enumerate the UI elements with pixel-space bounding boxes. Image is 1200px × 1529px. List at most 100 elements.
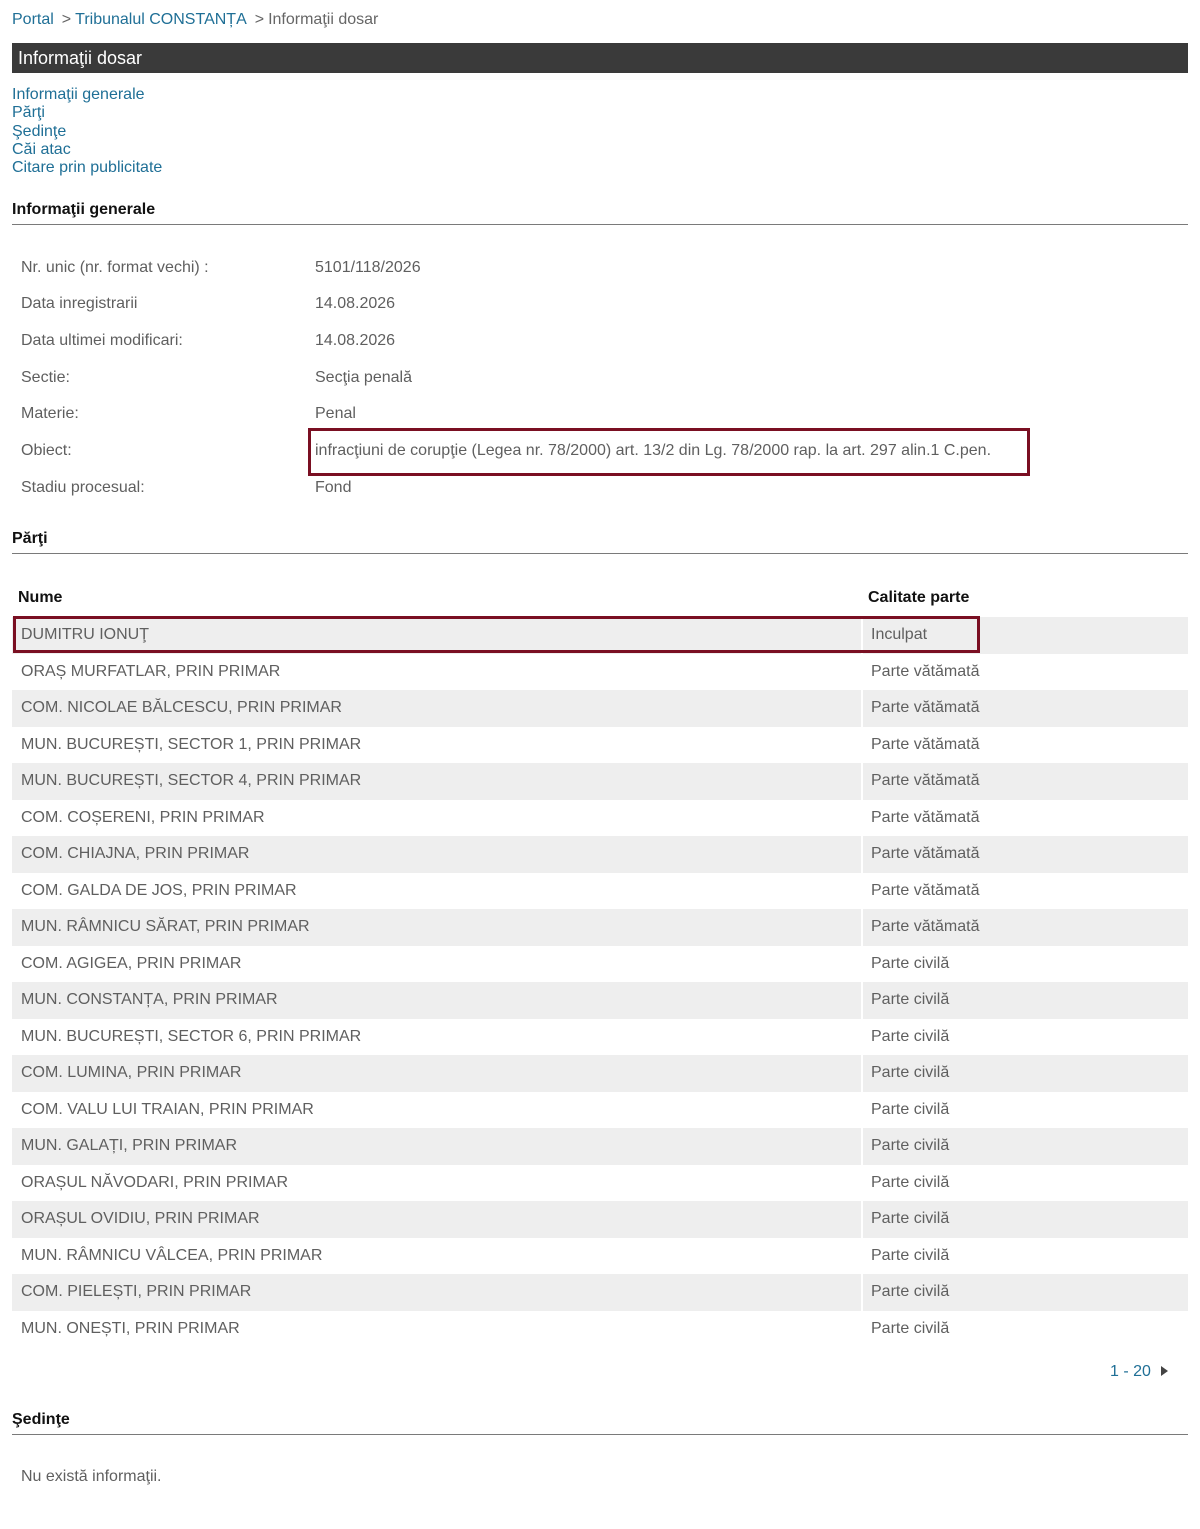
pagination-range: 1 - 20 xyxy=(1110,1363,1151,1380)
party-name: COM. LUMINA, PRIN PRIMAR xyxy=(21,1064,242,1081)
breadcrumb-court-link[interactable]: Tribunalul CONSTANȚA xyxy=(75,11,247,28)
column-divider xyxy=(861,1237,863,1274)
next-page-icon[interactable] xyxy=(1160,1365,1168,1376)
party-name: COM. CHIAJNA, PRIN PRIMAR xyxy=(21,845,250,862)
info-value-nr-unic: 5101/118/2026 xyxy=(315,259,421,276)
table-row: ORAȘ MURFATLAR, PRIN PRIMAR Parte vătămat… xyxy=(12,653,1188,690)
pagination: 1 - 20 xyxy=(1110,1363,1168,1381)
column-divider xyxy=(861,836,863,873)
section-divider xyxy=(12,224,1188,225)
column-divider xyxy=(861,1164,863,1201)
party-name: COM. NICOLAE BĂLCESCU, PRIN PRIMAR xyxy=(21,699,342,716)
party-name: ORAȘUL OVIDIU, PRIN PRIMAR xyxy=(21,1210,260,1227)
column-divider xyxy=(861,1018,863,1055)
highlight-box-inculpat xyxy=(13,616,980,653)
party-name: MUN. CONSTANȚA, PRIN PRIMAR xyxy=(21,991,278,1008)
party-role: Parte vătămată xyxy=(871,808,980,826)
table-row: COM. GALDA DE JOS, PRIN PRIMAR Parte vătă… xyxy=(12,872,1188,909)
column-divider xyxy=(861,1274,863,1311)
table-row: ORAȘUL OVIDIU, PRIN PRIMAR Parte civilă xyxy=(12,1201,1188,1238)
section-nav: Informaţii generale Părţi Şedinţe Căi at… xyxy=(12,86,162,177)
party-role: Parte vătămată xyxy=(871,662,980,680)
breadcrumb-separator: > xyxy=(254,11,265,28)
party-role: Parte civilă xyxy=(871,1319,950,1337)
info-value-data-inregistrarii: 14.08.2026 xyxy=(315,295,396,312)
column-divider xyxy=(861,982,863,1019)
section-title-parti: Părţi xyxy=(12,530,48,547)
table-row: MUN. BUCUREȘTI, SECTOR 1, PRIN PRIMAR Par… xyxy=(12,726,1188,763)
section-divider xyxy=(12,553,1188,554)
column-divider xyxy=(861,1055,863,1092)
sedinte-empty-message: Nu există informaţii. xyxy=(21,1468,162,1485)
table-row: MUN. GALAȚI, PRIN PRIMAR Parte civilă xyxy=(12,1128,1188,1165)
table-row: MUN. CONSTANȚA, PRIN PRIMAR Parte civilă xyxy=(12,982,1188,1019)
party-role: Parte civilă xyxy=(871,1173,950,1191)
party-name: MUN. GALAȚI, PRIN PRIMAR xyxy=(21,1137,238,1154)
nav-link-sedinte[interactable]: Şedinţe xyxy=(12,123,162,141)
party-role: Parte vătămată xyxy=(871,772,980,789)
breadcrumb: Portal > Tribunalul CONSTANȚA > Informaţii d… xyxy=(12,11,378,29)
breadcrumb-current: Informaţii dosar xyxy=(268,11,379,28)
section-title-sedinte: Şedinţe xyxy=(12,1411,70,1428)
breadcrumb-portal-link[interactable]: Portal xyxy=(12,11,54,28)
info-label: Materie: xyxy=(21,405,79,422)
party-role: Parte vătămată xyxy=(871,845,980,862)
table-row: COM. LUMINA, PRIN PRIMAR Parte civilă xyxy=(12,1055,1188,1092)
nav-link-parti[interactable]: Părţi xyxy=(12,104,162,122)
party-role: Parte vătămată xyxy=(871,699,980,716)
page-title-bar: Informaţii dosar xyxy=(12,43,1188,73)
breadcrumb-separator: > xyxy=(61,11,72,28)
party-name: COM. COȘERENI, PRIN PRIMAR xyxy=(21,808,265,826)
info-label: Obiect: xyxy=(21,442,72,459)
column-header-calitate: Calitate parte xyxy=(868,589,970,606)
column-header-nume: Nume xyxy=(18,589,63,606)
column-divider xyxy=(861,653,863,690)
table-row: MUN. ONEȘTI, PRIN PRIMAR Parte civilă xyxy=(12,1310,1188,1347)
section-title-informatii-generale: Informaţii generale xyxy=(12,201,156,218)
party-role: Parte vătămată xyxy=(871,918,980,935)
party-name: COM. VALU LUI TRAIAN, PRIN PRIMAR xyxy=(21,1100,314,1118)
column-divider xyxy=(861,909,863,946)
info-label: Data ultimei modificari: xyxy=(21,332,183,349)
info-label: Sectie: xyxy=(21,369,70,386)
table-row: MUN. BUCUREȘTI, SECTOR 4, PRIN PRIMAR Par… xyxy=(12,763,1188,800)
column-divider xyxy=(861,1201,863,1238)
highlight-box-obiect xyxy=(308,428,1030,476)
column-divider xyxy=(861,1128,863,1165)
column-divider xyxy=(861,763,863,800)
table-row: MUN. BUCUREȘTI, SECTOR 6, PRIN PRIMAR Par… xyxy=(12,1018,1188,1055)
party-role: Parte civilă xyxy=(871,954,950,972)
party-name: ORAȘUL NĂVODARI, PRIN PRIMAR xyxy=(21,1173,289,1191)
party-role: Parte civilă xyxy=(871,1210,950,1227)
column-divider xyxy=(861,872,863,909)
info-label: Stadiu procesual: xyxy=(21,479,145,496)
table-row: COM. VALU LUI TRAIAN, PRIN PRIMAR Parte c… xyxy=(12,1091,1188,1128)
info-label: Nr. unic (nr. format vechi) : xyxy=(21,259,209,276)
party-role: Parte civilă xyxy=(871,1246,950,1264)
party-name: MUN. RÂMNICU VÂLCEA, PRIN PRIMAR xyxy=(21,1246,323,1264)
party-role: Parte civilă xyxy=(871,991,950,1008)
party-name: MUN. BUCUREȘTI, SECTOR 6, PRIN PRIMAR xyxy=(21,1027,362,1045)
nav-link-cai-atac[interactable]: Căi atac xyxy=(12,141,162,159)
nav-link-citare-publicitate[interactable]: Citare prin publicitate xyxy=(12,159,162,177)
party-name: MUN. ONEȘTI, PRIN PRIMAR xyxy=(21,1319,240,1337)
table-row: ORAȘUL NĂVODARI, PRIN PRIMAR Parte civilă xyxy=(12,1164,1188,1201)
party-role: Parte civilă xyxy=(871,1283,950,1300)
party-role: Parte civilă xyxy=(871,1137,950,1154)
party-name: MUN. RÂMNICU SĂRAT, PRIN PRIMAR xyxy=(21,918,310,935)
info-value-materie: Penal xyxy=(315,405,356,422)
party-name: ORAȘ MURFATLAR, PRIN PRIMAR xyxy=(21,662,281,680)
info-label: Data inregistrarii xyxy=(21,295,138,312)
party-name: MUN. BUCUREȘTI, SECTOR 1, PRIN PRIMAR xyxy=(21,735,362,753)
nav-link-informatii-generale[interactable]: Informaţii generale xyxy=(12,86,162,104)
column-divider xyxy=(861,1091,863,1128)
table-row: COM. PIELEȘTI, PRIN PRIMAR Parte civilă xyxy=(12,1274,1188,1311)
party-role: Parte civilă xyxy=(871,1100,950,1118)
table-row: MUN. RÂMNICU SĂRAT, PRIN PRIMAR Parte văt… xyxy=(12,909,1188,946)
table-row: COM. CHIAJNA, PRIN PRIMAR Parte vătămată xyxy=(12,836,1188,873)
table-row: COM. NICOLAE BĂLCESCU, PRIN PRIMAR Parte … xyxy=(12,690,1188,727)
info-value-data-modificari: 14.08.2026 xyxy=(315,332,396,349)
info-value-stadiu: Fond xyxy=(315,479,352,496)
table-row: COM. COȘERENI, PRIN PRIMAR Parte vătămată xyxy=(12,799,1188,836)
table-row: COM. AGIGEA, PRIN PRIMAR Parte civilă xyxy=(12,945,1188,982)
